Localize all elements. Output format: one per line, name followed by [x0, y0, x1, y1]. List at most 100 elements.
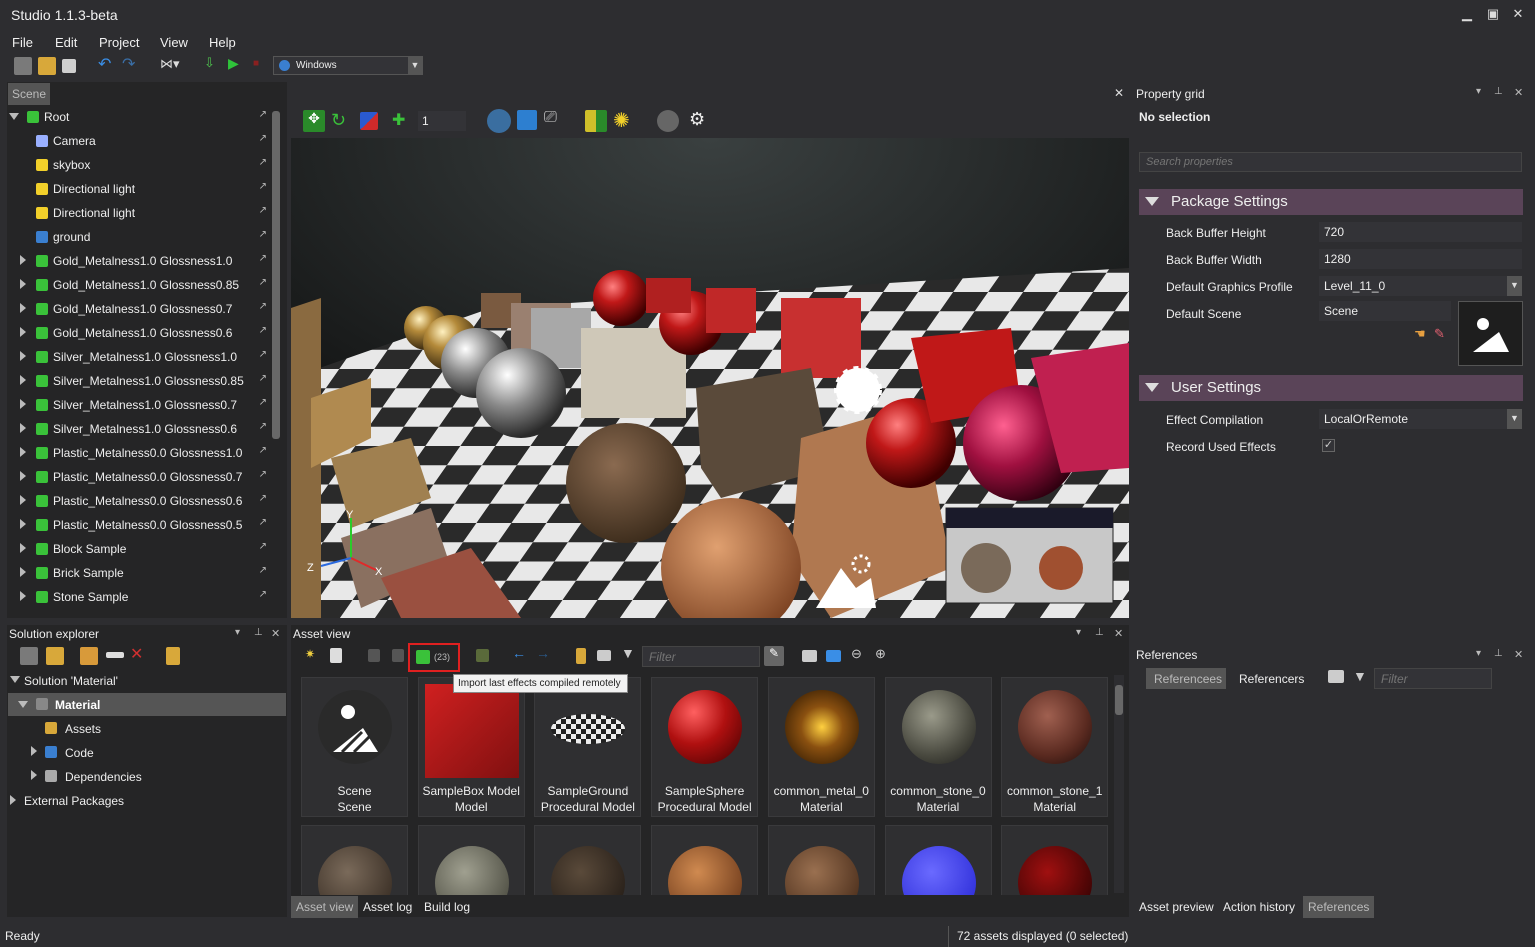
pin-icon[interactable]: ↗	[259, 109, 267, 120]
solution-node[interactable]: Solution 'Material'	[24, 674, 118, 688]
pin-icon[interactable]: ↗	[259, 445, 267, 456]
scene-viewport[interactable]: X Y Z	[291, 138, 1129, 618]
scene-item[interactable]: Block Sample ↗	[7, 537, 277, 561]
chevron-right-icon[interactable]	[20, 495, 26, 505]
tab-asset-view[interactable]: Asset view	[291, 896, 359, 918]
scene-item[interactable]: Silver_Metalness1.0 Glossness1.0 ↗	[7, 345, 277, 369]
chevron-right-icon[interactable]	[20, 591, 26, 601]
tab-references[interactable]: References	[1303, 896, 1375, 918]
scene-thumbnail[interactable]	[1458, 301, 1523, 366]
render-mode-icon[interactable]	[585, 110, 607, 132]
graphics-profile-select[interactable]: Level_11_0	[1319, 276, 1522, 296]
scene-item[interactable]: Gold_Metalness1.0 Glossness0.6 ↗	[7, 321, 277, 345]
properties-icon[interactable]	[476, 649, 489, 662]
chevron-right-icon[interactable]	[20, 351, 26, 361]
scene-item[interactable]: Stone Sample ↗	[7, 585, 277, 609]
chevron-right-icon[interactable]	[20, 279, 26, 289]
scene-item[interactable]: skybox ↗	[7, 153, 277, 177]
back-buffer-width-field[interactable]: 1280	[1319, 249, 1522, 269]
package-settings-header[interactable]: Package Settings	[1139, 189, 1523, 215]
chevron-down-icon[interactable]	[9, 113, 19, 120]
maximize-icon[interactable]: ▣	[1483, 6, 1503, 24]
code-node[interactable]: Code	[65, 746, 94, 760]
open-folder-icon[interactable]	[38, 57, 56, 75]
asset-tile[interactable]: SampleSphere Procedural Model	[651, 677, 759, 817]
external-packages-node[interactable]: External Packages	[24, 794, 124, 808]
asset-tile[interactable]: common_metal_0 Material	[767, 677, 875, 817]
chevron-down-icon[interactable]: ▾	[1476, 86, 1481, 97]
scene-item[interactable]: Gold_Metalness1.0 Glossness0.7 ↗	[7, 297, 277, 321]
pin-icon[interactable]: ↗	[259, 469, 267, 480]
chevron-right-icon[interactable]	[20, 471, 26, 481]
asset-tile[interactable]: Scene Scene	[301, 677, 408, 817]
asset-tile[interactable]	[1001, 825, 1109, 895]
local-space-icon[interactable]	[517, 110, 537, 130]
chevron-right-icon[interactable]	[20, 543, 26, 553]
pin-icon[interactable]: ↗	[259, 373, 267, 384]
chevron-down-icon[interactable]: ▾	[1076, 627, 1081, 638]
tab-action-history[interactable]: Action history	[1218, 896, 1300, 918]
user-settings-header[interactable]: User Settings	[1139, 375, 1523, 401]
pin-icon[interactable]: ↗	[259, 589, 267, 600]
scene-item[interactable]: Directional light ↗	[7, 177, 277, 201]
filter-icon[interactable]: ▼	[1353, 668, 1371, 686]
asset-tile[interactable]	[651, 825, 759, 895]
chevron-right-icon[interactable]	[20, 327, 26, 337]
open-in-explorer-icon[interactable]	[166, 647, 180, 665]
tab-asset-preview[interactable]: Asset preview	[1134, 896, 1219, 918]
close-icon[interactable]: ✕	[1514, 648, 1523, 661]
asset-scrollbar-thumb[interactable]	[1115, 685, 1123, 715]
rename-icon[interactable]	[106, 652, 124, 658]
chevron-down-icon[interactable]	[18, 701, 28, 708]
chevron-right-icon[interactable]	[31, 746, 37, 756]
zoom-in-icon[interactable]: ⊕	[875, 646, 893, 664]
pin-icon[interactable]: ⊥	[254, 627, 263, 638]
platform-select[interactable]: Windows ▼	[273, 56, 423, 75]
pin-icon[interactable]: ↗	[259, 133, 267, 144]
close-icon[interactable]: ✕	[271, 627, 280, 640]
asset-scrollbar[interactable]	[1114, 675, 1124, 893]
scene-item[interactable]: Gold_Metalness1.0 Glossness1.0 ↗	[7, 249, 277, 273]
chevron-right-icon[interactable]	[20, 519, 26, 529]
paste-icon[interactable]	[392, 649, 404, 662]
pin-icon[interactable]: ↗	[259, 349, 267, 360]
tab-scene[interactable]: Scene	[8, 83, 51, 105]
menu-view[interactable]: View	[160, 35, 188, 50]
gizmo-settings-icon[interactable]: ⚙	[689, 109, 711, 131]
asset-filter-input[interactable]	[642, 646, 760, 667]
pin-icon[interactable]: ⊥	[1494, 648, 1503, 659]
chevron-down-icon[interactable]	[10, 676, 20, 683]
pick-hand-icon[interactable]: ☚	[1414, 326, 1426, 342]
package-icon[interactable]	[80, 647, 98, 665]
asset-tile[interactable]	[767, 825, 875, 895]
chevron-down-icon[interactable]: ▾	[1476, 648, 1481, 659]
rotate-icon[interactable]: ↻	[331, 110, 353, 132]
zoom-out-icon[interactable]: ⊖	[851, 646, 869, 664]
visual-studio-icon[interactable]: ⋈▾	[160, 56, 180, 74]
pin-icon[interactable]: ⊥	[1494, 86, 1503, 97]
back-arrow-icon[interactable]: ←	[512, 645, 530, 663]
chevron-right-icon[interactable]	[20, 255, 26, 265]
filter-icon[interactable]: ▼	[621, 645, 639, 663]
tab-referencers[interactable]: Referencers	[1239, 672, 1304, 686]
scene-item[interactable]: Root ↗	[7, 105, 277, 129]
pin-icon[interactable]: ↗	[259, 493, 267, 504]
menu-file[interactable]: File	[12, 35, 33, 50]
chevron-down-icon[interactable]: ▼	[1507, 276, 1522, 296]
scene-item[interactable]: Silver_Metalness1.0 Glossness0.85 ↗	[7, 369, 277, 393]
scene-item[interactable]: Plastic_Metalness0.0 Glossness0.6 ↗	[7, 489, 277, 513]
pin-icon[interactable]: ↗	[259, 397, 267, 408]
effect-compilation-select[interactable]: LocalOrRemote	[1319, 409, 1522, 429]
tile-view-icon[interactable]	[826, 650, 841, 662]
pin-icon[interactable]: ↗	[259, 205, 267, 216]
scene-item[interactable]: Brick Sample ↗	[7, 561, 277, 585]
search-properties-input[interactable]	[1139, 152, 1522, 172]
chevron-down-icon[interactable]: ▼	[1507, 409, 1522, 429]
view-options-icon[interactable]	[1328, 670, 1344, 683]
asset-tile[interactable]: common_stone_0 Material	[884, 677, 992, 817]
asset-tile[interactable]: SampleBox Model Model	[417, 677, 525, 817]
back-buffer-height-field[interactable]: 720	[1319, 222, 1522, 242]
scene-item[interactable]: Plastic_Metalness0.0 Glossness1.0 ↗	[7, 441, 277, 465]
chevron-right-icon[interactable]	[31, 770, 37, 780]
new-project-icon[interactable]	[14, 57, 32, 75]
